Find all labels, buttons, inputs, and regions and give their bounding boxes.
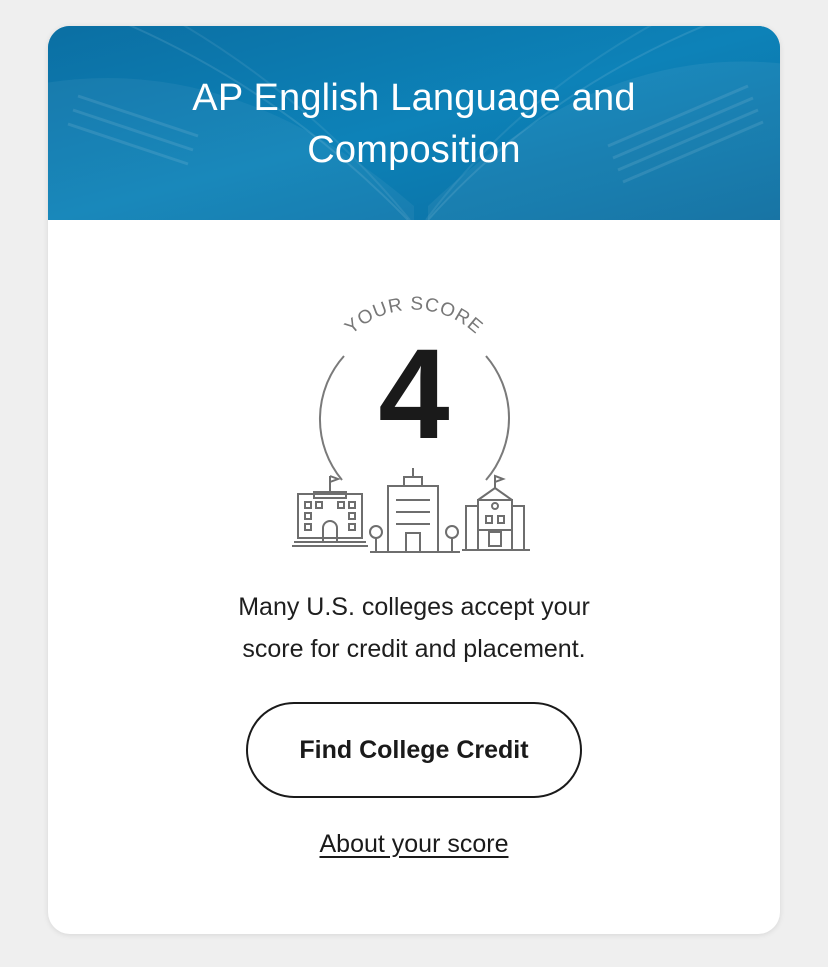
find-college-credit-button[interactable]: Find College Credit — [246, 702, 582, 798]
about-your-score-container: About your score — [48, 826, 780, 862]
college-buildings-icon — [292, 468, 530, 553]
score-value: 4 — [378, 323, 450, 466]
card-banner: AP English Language and Composition — [48, 26, 780, 220]
course-title-line-2: Composition — [307, 129, 521, 171]
course-title: AP English Language and Composition — [48, 72, 780, 176]
credit-message-line-1: Many U.S. colleges accept your — [238, 593, 590, 621]
score-card: AP English Language and Composition YOUR… — [48, 26, 780, 934]
credit-message-line-2: score for credit and placement. — [242, 635, 586, 663]
about-your-score-link[interactable]: About your score — [320, 830, 509, 858]
score-graphic: YOUR SCORE 4 — [292, 280, 536, 556]
course-title-line-1: AP English Language and — [192, 77, 636, 119]
credit-message: Many U.S. colleges accept your score for… — [48, 586, 780, 670]
